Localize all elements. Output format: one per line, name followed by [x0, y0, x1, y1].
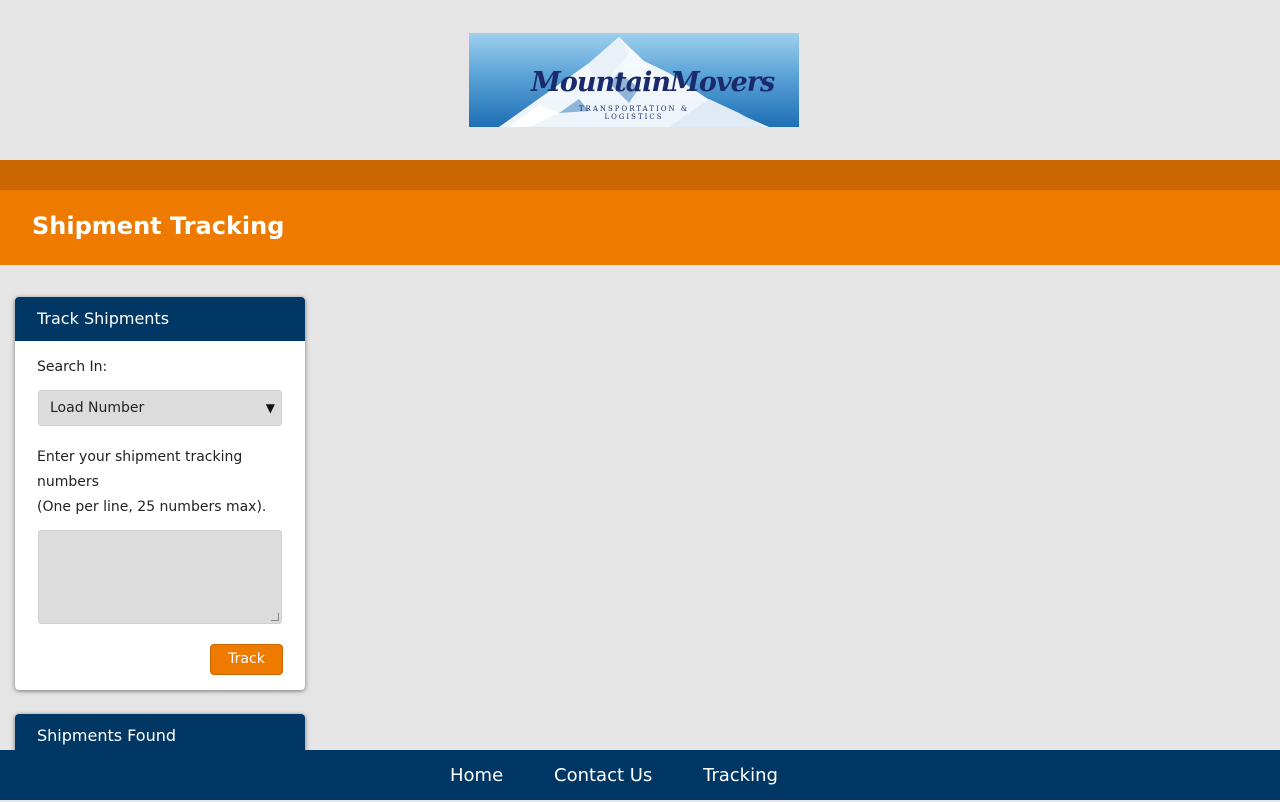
header: MountainMovers TRANSPORTATION & LOGISTIC… — [0, 0, 1280, 160]
logo-tagline: TRANSPORTATION & LOGISTICS — [578, 105, 690, 121]
search-in-selected-value: Load Number — [50, 400, 145, 416]
instructions-line-2: numbers — [37, 474, 99, 490]
footer-link-contact-us[interactable]: Contact Us — [554, 750, 652, 802]
footer-link-tracking[interactable]: Tracking — [703, 750, 778, 802]
instructions-line-1: Enter your shipment tracking — [37, 449, 243, 465]
track-shipments-panel: Track Shipments Search In: Load Number ▼… — [15, 297, 305, 690]
instructions-line-3: (One per line, 25 numbers max). — [37, 499, 267, 515]
tracking-numbers-textarea[interactable] — [38, 530, 282, 624]
resize-grip-icon[interactable] — [271, 613, 279, 621]
track-panel-heading: Track Shipments — [15, 297, 305, 341]
logo-wordmark: MountainMovers — [531, 67, 775, 98]
top-stripe — [0, 160, 1280, 190]
page-title: Shipment Tracking — [32, 212, 285, 240]
chevron-down-icon: ▼ — [265, 401, 275, 415]
track-button[interactable]: Track — [210, 644, 283, 675]
footer-nav: Home Contact Us Tracking — [0, 750, 1280, 800]
search-in-label: Search In: — [37, 359, 108, 375]
company-logo[interactable]: MountainMovers TRANSPORTATION & LOGISTIC… — [469, 33, 799, 127]
search-in-select[interactable]: Load Number ▼ — [38, 390, 282, 426]
footer-link-home[interactable]: Home — [450, 750, 503, 802]
